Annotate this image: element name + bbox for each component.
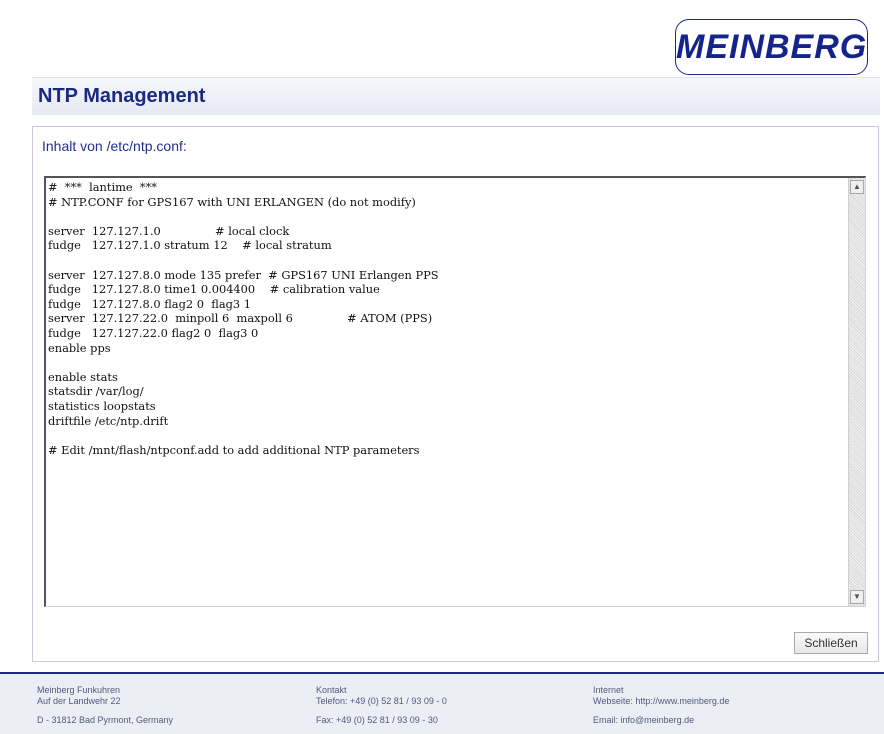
logo-text: MEINBERG [676,28,868,66]
config-line: server 127.127.1.0 # local clock [48,223,290,238]
config-line: # Edit /mnt/flash/ntpconf.add to add add… [48,442,420,457]
internet-heading: Internet [593,685,624,695]
footer-contact: Kontakt Telefon: +49 (0) 52 81 / 93 09 -… [316,685,447,726]
config-line: enable stats [48,369,118,384]
close-button[interactable]: Schließen [794,632,868,654]
internet-website[interactable]: Webseite: http://www.meinberg.de [593,696,729,707]
company-name: Meinberg Funkuhren [37,685,121,695]
vertical-scrollbar[interactable]: ▲ ▼ [848,178,865,606]
config-text[interactable]: # *** lantime *** # NTP.CONF for GPS167 … [46,178,848,606]
scroll-down-button[interactable]: ▼ [850,590,864,604]
config-line: driftfile /etc/ntp.drift [48,413,169,428]
panel-heading: Inhalt von /etc/ntp.conf: [42,138,187,154]
config-line: enable pps [48,340,111,355]
company-city: D - 31812 Bad Pyrmont, Germany [37,715,174,725]
config-textarea[interactable]: # *** lantime *** # NTP.CONF for GPS167 … [44,176,866,607]
config-line: statsdir /var/log/ [48,384,144,399]
config-line: server 127.127.22.0 minpoll 6 maxpoll 6 … [48,311,433,326]
scroll-up-button[interactable]: ▲ [850,180,864,194]
footer-internet: Internet Webseite: http://www.meinberg.d… [593,685,729,726]
config-line: fudge 127.127.8.0 time1 0.004400 # calib… [48,282,380,297]
footer-company: Meinberg Funkuhren Auf der Landwehr 22 D… [37,685,173,726]
content-panel: Inhalt von /etc/ntp.conf: # *** lantime … [32,126,879,662]
config-line: statistics loopstats [48,398,156,413]
config-line: server 127.127.8.0 mode 135 prefer # GPS… [48,267,439,282]
footer: Meinberg Funkuhren Auf der Landwehr 22 D… [0,674,884,734]
contact-phone: Telefon: +49 (0) 52 81 / 93 09 - 0 [316,696,447,706]
config-line: fudge 127.127.1.0 stratum 12 # local str… [48,238,332,253]
meinberg-logo: MEINBERG [675,19,868,75]
config-line: # NTP.CONF for GPS167 with UNI ERLANGEN … [48,194,416,209]
company-street: Auf der Landwehr 22 [37,696,121,706]
title-bar: NTP Management [32,77,880,115]
page-title: NTP Management [38,85,206,107]
page: MEINBERG NTP Management Inhalt von /etc/… [0,0,884,734]
internet-email[interactable]: Email: info@meinberg.de [593,715,729,726]
contact-fax: Fax: +49 (0) 52 81 / 93 09 - 30 [316,715,438,725]
contact-heading: Kontakt [316,685,347,695]
config-line: fudge 127.127.8.0 flag2 0 flag3 1 [48,296,252,311]
config-line: # *** lantime *** [48,180,157,194]
config-line: fudge 127.127.22.0 flag2 0 flag3 0 [48,325,259,340]
